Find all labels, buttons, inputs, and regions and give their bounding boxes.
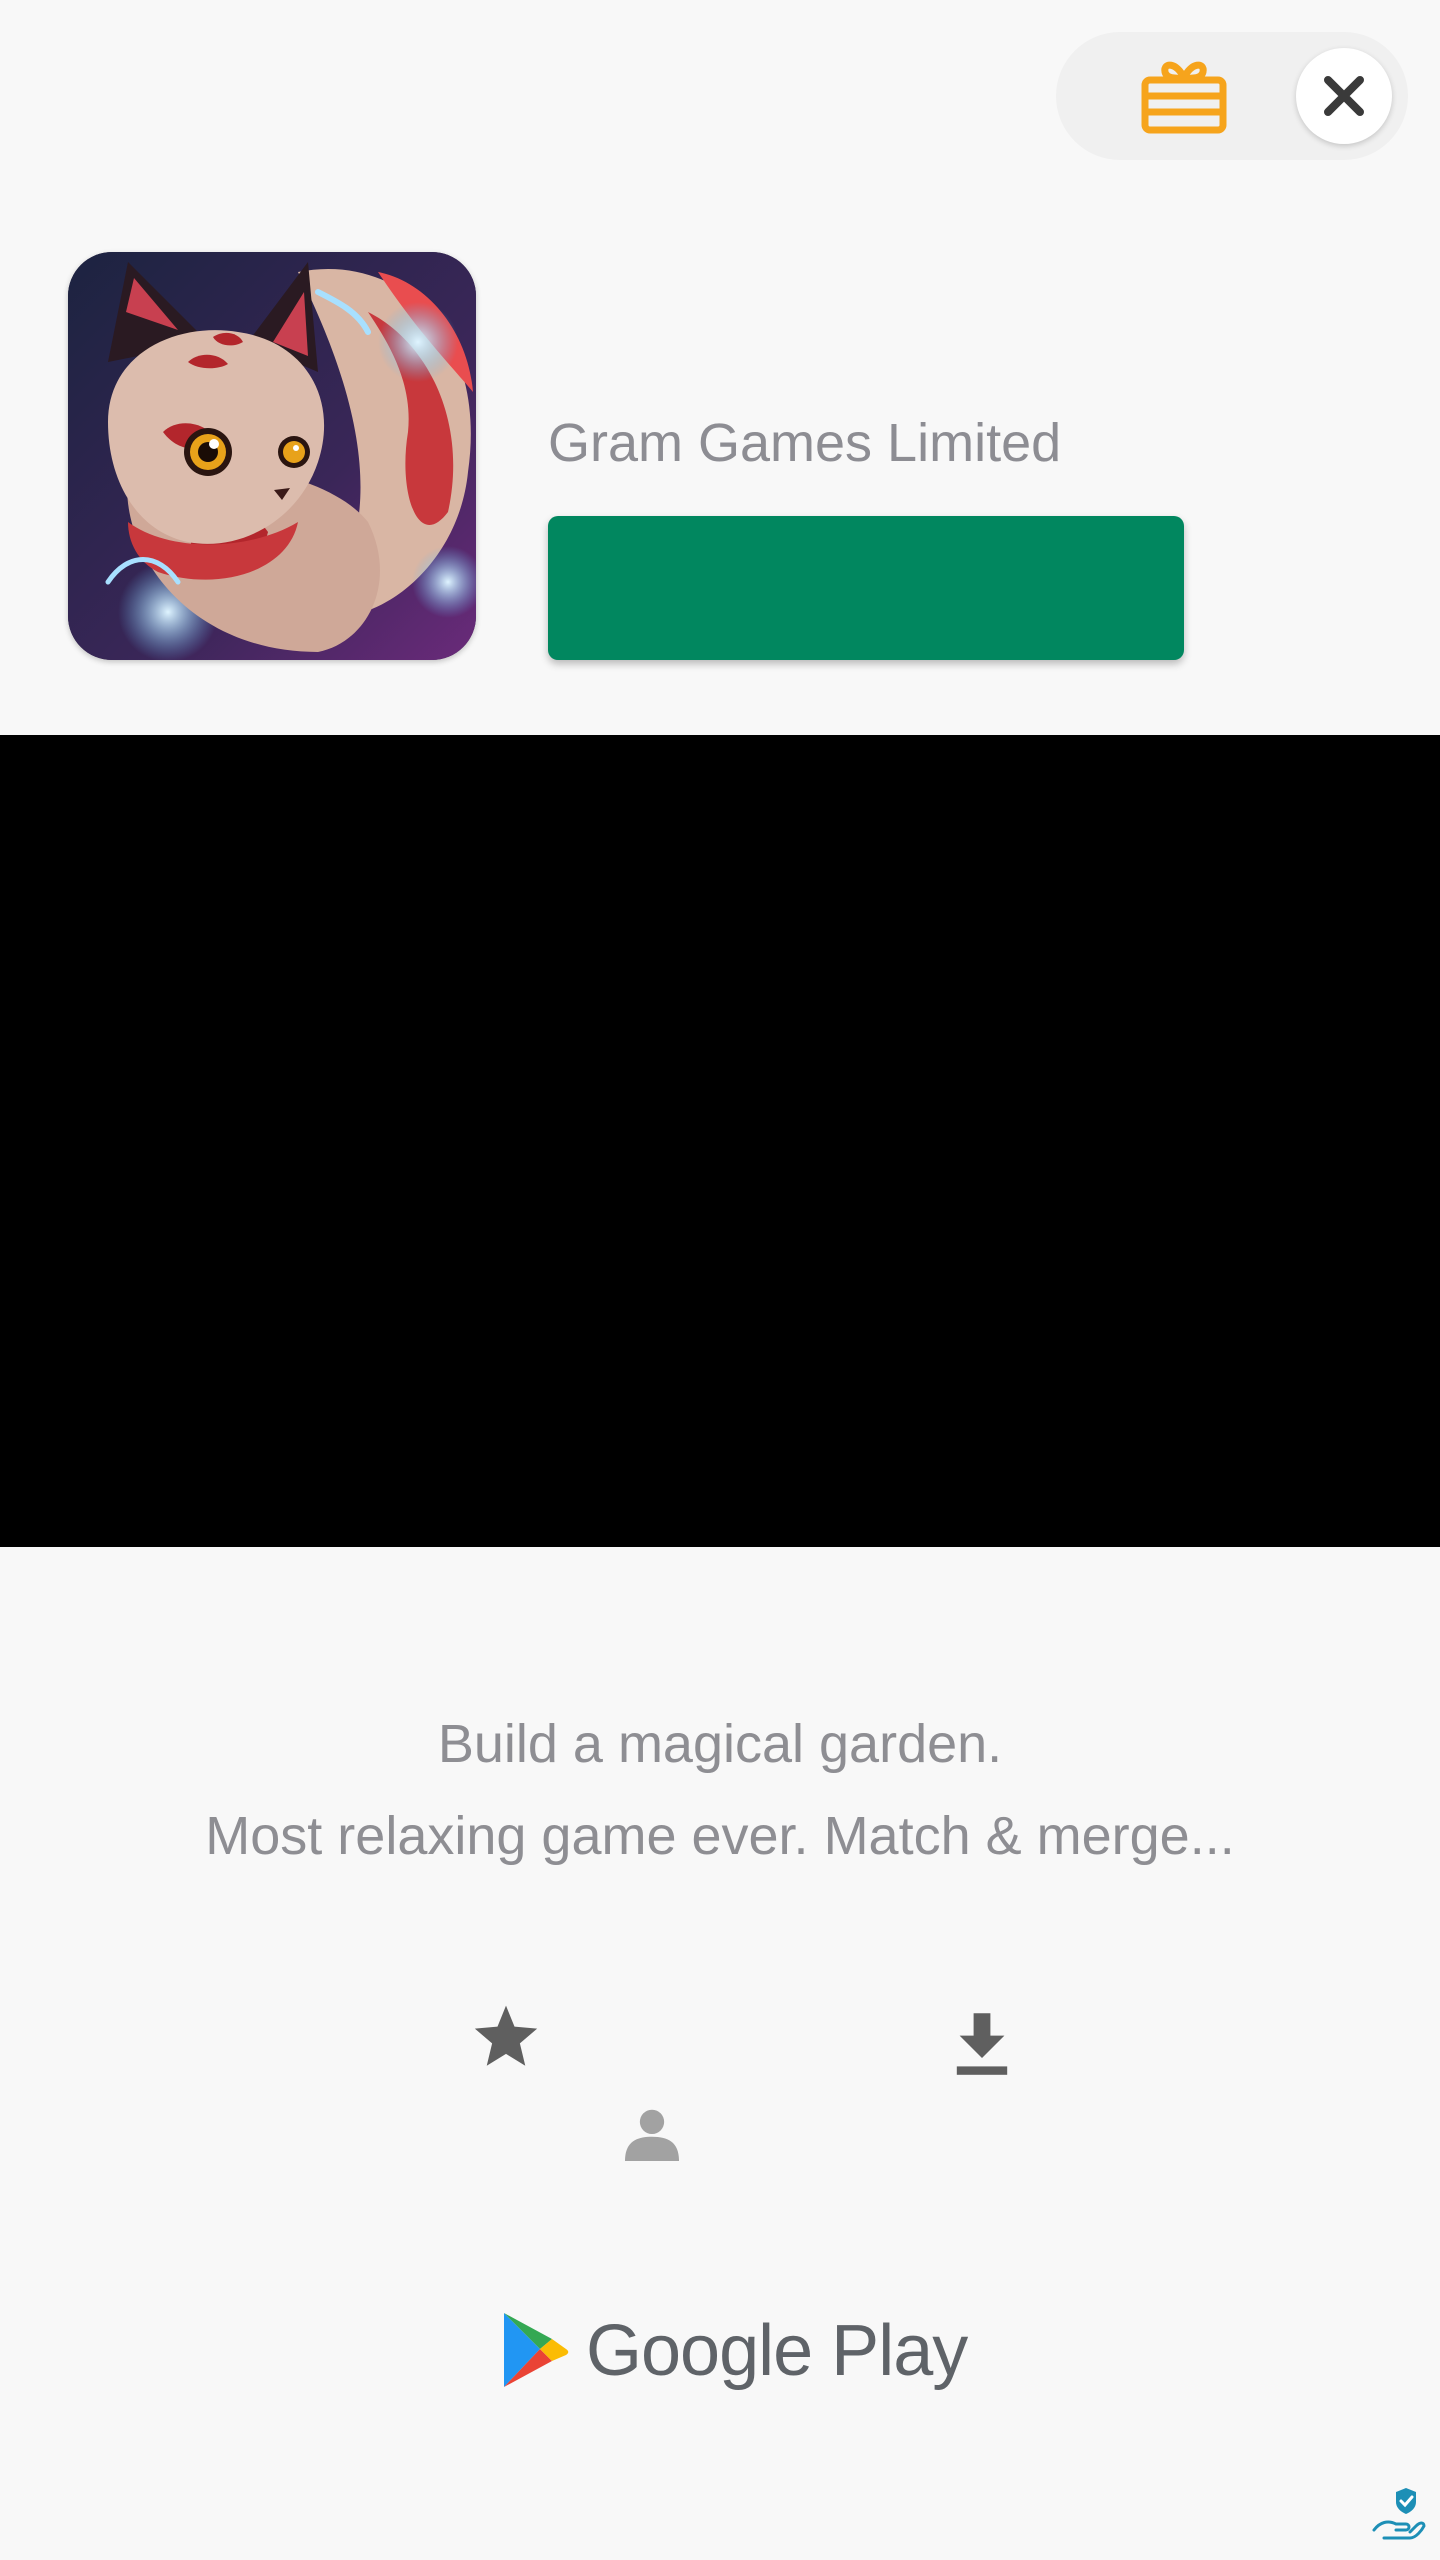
close-button[interactable] [1296,48,1392,144]
person-icon [625,2109,679,2161]
privacy-hand-shield-icon [1372,2488,1426,2540]
app-icon[interactable] [68,252,476,660]
ad-store-page: Gram Games Limited Build a magical garde… [0,0,1440,2560]
downloads-stat [948,2006,1016,2082]
description-line-2: Most relaxing game ever. Match & merge..… [205,1806,1235,1866]
google-play-label: Google Play [586,2311,968,2391]
reviews-stat [618,2104,686,2164]
description-line-1: Build a magical garden. [437,1714,1003,1774]
download-icon [956,2013,1008,2075]
star-icon [474,2005,538,2066]
video-player[interactable] [0,735,1440,1547]
google-play-logo: Google Play [500,2310,968,2392]
install-button[interactable] [548,516,1184,660]
rating-stat [468,1998,544,2074]
close-icon [1324,76,1364,116]
play-triangle-icon [504,2313,569,2387]
developer-name[interactable]: Gram Games Limited [548,412,1061,474]
app-description: Build a magical garden. Most relaxing ga… [0,1698,1440,1882]
gift-icon [1141,61,1227,134]
gift-button[interactable] [1130,50,1238,142]
fox-creature-illustration [68,252,476,660]
privacy-button[interactable] [1370,2484,1426,2542]
